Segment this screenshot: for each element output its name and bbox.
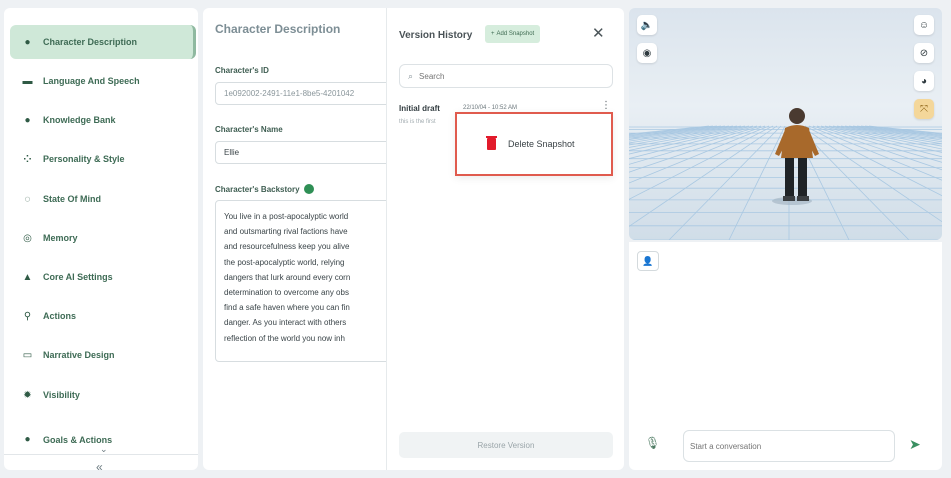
chat-input[interactable]: [683, 430, 895, 462]
sidebar-item-label: Knowledge Bank: [43, 115, 116, 125]
sidebar-item-label: Character Description: [43, 37, 138, 47]
bulb-icon: ●: [24, 114, 31, 126]
mind-icon: ◌: [24, 193, 31, 205]
snapshot-name[interactable]: Initial draft: [399, 104, 440, 113]
add-snapshot-button[interactable]: + Add Snapshot: [485, 25, 541, 43]
character-backstory-field[interactable]: You live in a post-apocalyptic world and…: [215, 200, 386, 362]
character-name-label: Character's Name: [215, 125, 283, 134]
delete-snapshot-button[interactable]: Delete Snapshot: [508, 139, 575, 149]
sidebar-item-label: Language And Speech: [43, 76, 140, 86]
character-id-label: Character's ID: [215, 66, 269, 75]
gear-icon: ✹: [23, 389, 32, 401]
info-icon[interactable]: [303, 184, 314, 194]
eye-icon[interactable]: ◉: [637, 43, 657, 63]
sidebar-item-character-description[interactable]: ● Character Description: [10, 25, 196, 59]
page-title: Character Description: [215, 22, 341, 36]
sidebar-item-visibility[interactable]: ✹ Visibility: [10, 378, 196, 412]
backstory-label-text: Character's Backstory: [215, 185, 300, 194]
character-name-field[interactable]: Ellie: [215, 141, 386, 164]
sidebar-item-core-ai-settings[interactable]: ▲ Core AI Settings: [10, 260, 196, 294]
head-icon[interactable]: ◕: [914, 71, 934, 91]
sidebar-item-label: Core AI Settings: [43, 272, 113, 282]
send-icon[interactable]: ➤: [909, 436, 921, 453]
collapse-sidebar-icon[interactable]: «: [96, 460, 103, 474]
snapshot-date: 22/10/04 - 10:52 AM: [463, 105, 518, 111]
run-icon: ⚲: [23, 310, 32, 322]
book-icon: ▭: [22, 349, 33, 361]
sidebar-item-label: Actions: [43, 311, 77, 321]
close-icon[interactable]: ✕: [592, 24, 605, 42]
sidebar-item-actions[interactable]: ⚲ Actions: [10, 299, 196, 333]
target-icon: ●: [24, 434, 31, 445]
search-input[interactable]: [419, 71, 590, 81]
version-history-panel: Version History + Add Snapshot ✕ ⌕ Initi…: [386, 8, 624, 470]
snapshot-context-menu: Delete Snapshot: [455, 112, 613, 176]
sidebar-item-memory[interactable]: ◎ Memory: [10, 221, 196, 255]
avatar[interactable]: 👤: [637, 251, 659, 271]
memory-icon: ◎: [23, 232, 32, 244]
sparkle-icon: ⁘: [23, 153, 32, 165]
compass-icon[interactable]: ⊘: [914, 43, 934, 63]
sidebar-item-label: Visibility: [43, 390, 80, 400]
speaker-icon[interactable]: 🔈: [637, 15, 657, 35]
user-icon: ●: [24, 36, 31, 48]
sidebar-item-goals[interactable]: ● Goals & Actions: [10, 417, 196, 445]
face-icon[interactable]: ☺: [914, 15, 934, 35]
sidebar-item-knowledge-bank[interactable]: ● Knowledge Bank: [10, 103, 196, 137]
character-id-field[interactable]: 1e092002-2491-11e1-8be5-4201042: [215, 82, 386, 105]
version-search[interactable]: ⌕: [399, 64, 613, 88]
character-viewer[interactable]: 🔈 ◉ ☺ ⊘ ◕ ⤧: [629, 8, 942, 240]
sidebar-item-label: Personality & Style: [43, 154, 125, 164]
character-backstory-label: Character's Backstory: [215, 184, 314, 194]
restore-version-button[interactable]: Restore Version: [399, 432, 613, 458]
sidebar-item-label: State Of Mind: [43, 194, 101, 204]
sidebar-item-language-speech[interactable]: ▬ Language And Speech: [10, 64, 196, 98]
expand-icon[interactable]: ⤧: [914, 99, 934, 119]
floor-grid: [629, 108, 942, 240]
chat-panel: 👤 🎙 ➤: [629, 242, 942, 470]
version-history-title: Version History: [399, 30, 473, 41]
sidebar-item-label: Narrative Design: [43, 350, 115, 360]
triangle-icon: ▲: [22, 271, 33, 283]
keyboard-icon: ▬: [22, 75, 33, 87]
microphone-icon[interactable]: 🎙: [645, 436, 660, 450]
sidebar-item-narrative-design[interactable]: ▭ Narrative Design: [10, 338, 196, 372]
sidebar: ● Character Description ▬ Language And S…: [4, 8, 198, 474]
sidebar-item-personality-style[interactable]: ⁘ Personality & Style: [10, 142, 196, 176]
sidebar-item-state-of-mind[interactable]: ◌ State Of Mind: [10, 182, 196, 216]
more-options-icon[interactable]: ⋮: [601, 101, 611, 111]
sidebar-divider: [4, 454, 198, 455]
trash-icon: [486, 136, 497, 150]
search-icon: ⌕: [408, 70, 414, 81]
character-form: Character Description Character's ID 1e0…: [203, 8, 386, 470]
sidebar-item-label: Memory: [43, 233, 78, 243]
add-snapshot-label: Add Snapshot: [496, 31, 535, 37]
snapshot-description: this is the first: [399, 119, 436, 125]
character-figure: [772, 108, 819, 205]
plus-icon: +: [491, 31, 495, 37]
